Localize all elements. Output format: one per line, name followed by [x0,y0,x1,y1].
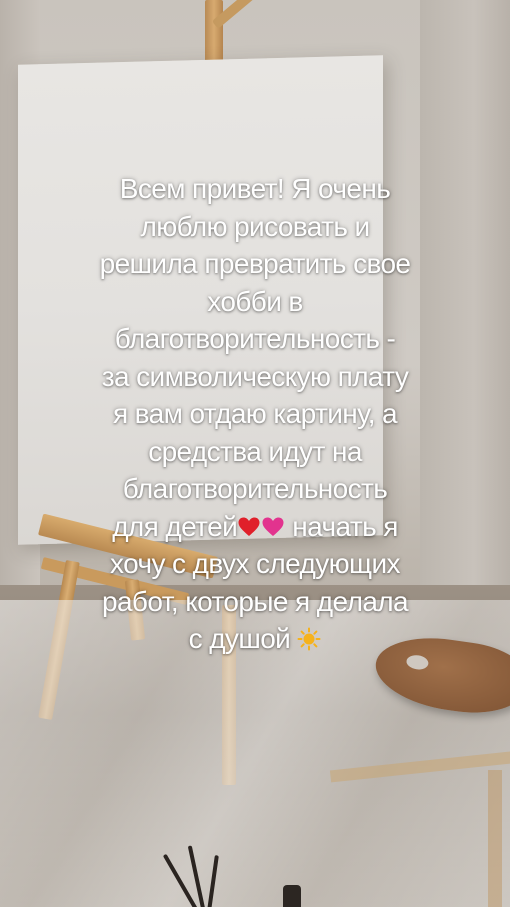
caption-fragment: для детей [112,510,238,542]
caption-line: благотворительность - [114,323,396,354]
caption-line: я вам отдаю картину, а [112,398,398,429]
caption-line-with-sun: с душой [40,620,470,658]
caption-line: работ, которые я делала [101,585,409,617]
caption-line: средства идут на [148,435,362,467]
pink-heart-icon [262,517,284,536]
caption-line: хобби в [207,285,303,317]
red-heart-icon [238,517,260,536]
caption-fragment: начать я [285,510,398,542]
caption-line: решила превратить свое [99,248,411,279]
caption-line: люблю рисовать и [140,210,370,242]
caption-line: благотворительность [122,473,388,504]
sun-icon [297,627,321,651]
story-view[interactable]: Всем привет! Я очень люблю рисовать и ре… [0,0,510,907]
brush-cup [283,885,301,907]
caption-line: Всем привет! Я очень [119,173,391,204]
caption-line: хочу с двух следующих [110,548,400,579]
story-caption: Всем привет! Я очень люблю рисовать и ре… [40,170,470,658]
caption-fragment: с душой [188,623,291,654]
table-leg [488,770,502,907]
caption-line: за символическую плату [101,360,409,392]
caption-line-with-hearts: для детей начать я [40,508,470,546]
